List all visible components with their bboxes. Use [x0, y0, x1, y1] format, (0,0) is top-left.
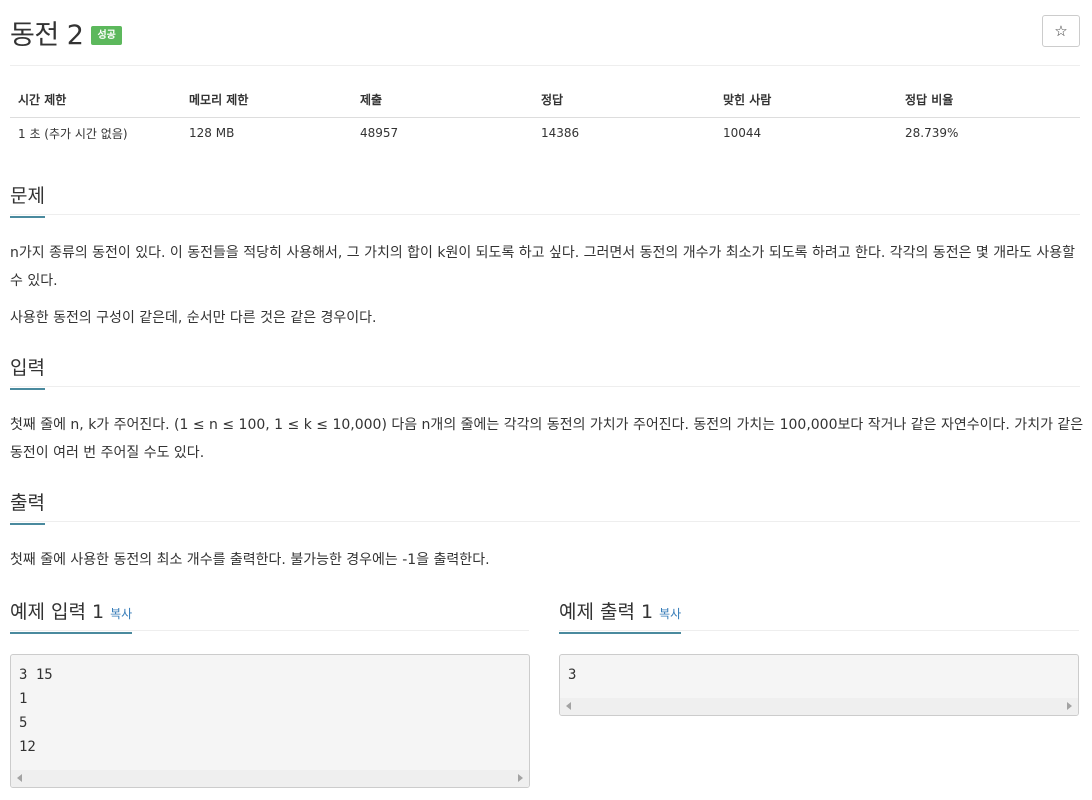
copy-sample-input-link[interactable]: 복사	[110, 607, 132, 621]
sample-input-box[interactable]: 3 15 1 5 12	[10, 654, 530, 788]
problem-description: n가지 종류의 동전이 있다. 이 동전들을 적당히 사용해서, 그 가치의 합…	[10, 245, 1075, 289]
problem-description-note: 사용한 동전의 구성이 같은데, 순서만 다른 것은 같은 경우이다.	[10, 310, 377, 326]
section-divider	[10, 214, 1080, 215]
section-heading-output-label: 출력	[10, 488, 45, 525]
section-heading-output: 출력	[10, 488, 45, 525]
section-heading-input-label: 입력	[10, 353, 45, 390]
info-header-submissions: 제출	[352, 82, 533, 118]
scroll-left-icon[interactable]	[17, 774, 22, 782]
input-description: 첫째 줄에 n, k가 주어진다. (1 ≤ n ≤ 100, 1 ≤ k ≤ …	[10, 417, 1084, 461]
section-heading-input: 입력	[10, 353, 45, 390]
info-submissions: 48957	[360, 126, 399, 141]
info-header-ratio: 정답 비율	[897, 82, 1080, 118]
horizontal-scrollbar[interactable]	[560, 698, 1078, 715]
favorite-button[interactable]: ☆	[1042, 15, 1080, 47]
scroll-right-icon[interactable]	[1067, 702, 1072, 710]
info-header-memory-limit: 메모리 제한	[181, 82, 352, 118]
sample-input-heading-box: 예제 입력 1 복사	[10, 597, 133, 634]
problem-title: 동전 2	[10, 19, 84, 51]
info-solved-users: 10044	[723, 126, 762, 141]
section-divider	[559, 630, 1079, 631]
info-ratio: 28.739%	[905, 126, 959, 141]
sample-output-box[interactable]: 3	[559, 654, 1079, 716]
section-heading-problem-label: 문제	[10, 181, 45, 218]
info-header-time-limit: 시간 제한	[10, 82, 181, 118]
info-header-row: 시간 제한 메모리 제한 제출 정답 맞힌 사람 정답 비율	[10, 82, 1080, 118]
sample-output-content: 3	[568, 667, 577, 683]
status-badge: 성공	[91, 25, 122, 45]
section-divider	[10, 386, 1080, 387]
sample-input-content: 3 15 1 5 12	[19, 667, 53, 755]
info-header-accepted: 정답	[533, 82, 715, 118]
sample-output-heading: 예제 출력 1 복사	[559, 597, 682, 634]
info-memory-limit: 128 MB	[189, 126, 235, 141]
copy-sample-output-link[interactable]: 복사	[659, 607, 681, 621]
scroll-right-icon[interactable]	[518, 774, 523, 782]
sample-output-title: 예제 출력 1	[559, 601, 654, 623]
info-time-limit: 1 초 (추가 시간 없음)	[18, 126, 128, 141]
info-header-solved-users: 맞힌 사람	[715, 82, 897, 118]
sample-input-title: 예제 입력 1	[10, 601, 105, 623]
title-row: 동전 2 성공	[10, 14, 122, 51]
info-accepted: 14386	[541, 126, 580, 141]
scroll-left-icon[interactable]	[566, 702, 571, 710]
info-value-row: 1 초 (추가 시간 없음) 128 MB 48957 14386 10044 …	[10, 117, 1080, 149]
problem-page: 동전 2 성공 ☆ 시간 제한 메모리 제한 제출 정답 맞힌 사람 정답 비율…	[10, 0, 1083, 800]
star-icon: ☆	[1054, 22, 1068, 40]
sample-output-heading-box: 예제 출력 1 복사	[559, 597, 682, 634]
problem-info-table: 시간 제한 메모리 제한 제출 정답 맞힌 사람 정답 비율 1 초 (추가 시…	[10, 82, 1080, 149]
section-heading-problem: 문제	[10, 181, 45, 218]
sample-input-heading: 예제 입력 1 복사	[10, 597, 133, 634]
title-divider	[10, 65, 1080, 66]
horizontal-scrollbar[interactable]	[11, 770, 529, 787]
output-description: 첫째 줄에 사용한 동전의 최소 개수를 출력한다. 불가능한 경우에는 -1을…	[10, 552, 490, 568]
section-divider	[10, 521, 1080, 522]
section-divider	[10, 630, 529, 631]
